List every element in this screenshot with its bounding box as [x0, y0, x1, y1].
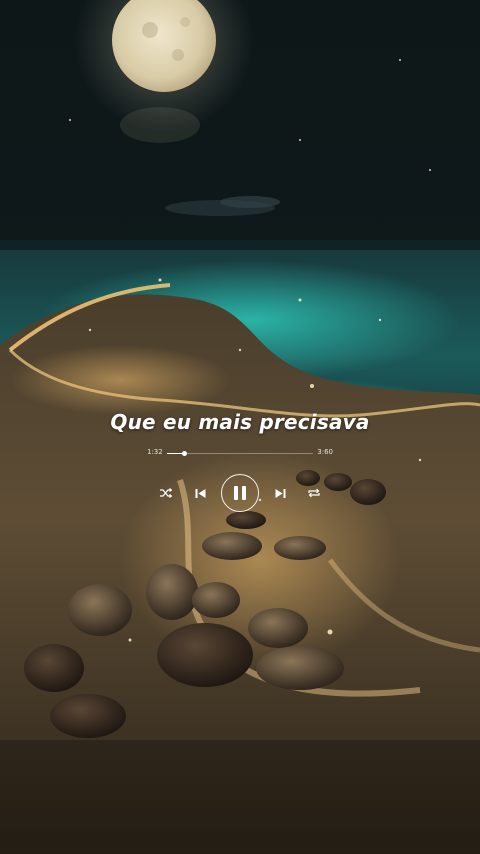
repeat-icon — [308, 488, 320, 498]
playback-controls — [155, 472, 325, 514]
pause-button[interactable] — [219, 472, 261, 514]
total-time: 3:60 — [317, 448, 333, 456]
progress-track[interactable] — [167, 451, 313, 456]
next-button[interactable] — [269, 472, 291, 514]
lyric-line: Que eu mais precisava — [110, 410, 370, 434]
repeat-button[interactable] — [303, 472, 325, 514]
shuffle-icon — [160, 488, 172, 498]
skip-previous-icon — [195, 488, 205, 498]
shuffle-button[interactable] — [155, 472, 177, 514]
progress-thumb[interactable] — [182, 451, 188, 456]
progress-bar[interactable]: 1:32 3:60 — [147, 446, 333, 462]
previous-button[interactable] — [189, 472, 211, 514]
skip-next-icon — [275, 488, 285, 498]
elapsed-time: 1:32 — [147, 448, 163, 456]
pause-icon — [234, 486, 246, 500]
